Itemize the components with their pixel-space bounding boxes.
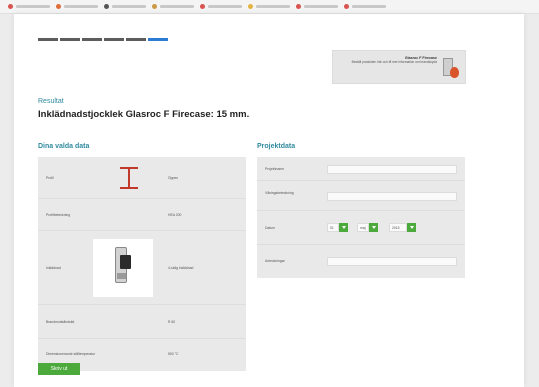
step-3[interactable] [82,38,102,41]
field-label: Projektnamn [265,167,285,171]
table-row: Profilbeteckning HEA 200 [38,199,246,231]
bookmark-1[interactable] [8,4,50,9]
product-image [441,56,459,80]
row-label: Inklädnad [46,266,61,270]
progress-steps [38,38,168,41]
chevron-down-icon[interactable] [339,223,348,232]
field-label: Våningsbeteckning [265,191,294,195]
table-row: Inklädnad 4-sidig inklädnad [38,231,246,305]
table-row: Brandmotståndstid R 60 [38,305,246,339]
promo-banner[interactable]: Glasroc F Firecase Beställ produkten här… [332,50,466,84]
bookmark-5[interactable] [200,4,242,9]
table-row: Profil Öppen [38,157,246,199]
bookmark-8[interactable] [344,4,386,9]
form-row: Våningsbeteckning [257,181,465,211]
step-4[interactable] [104,38,124,41]
bookmark-4[interactable] [152,4,194,9]
project-name-input[interactable] [327,165,457,174]
notes-input[interactable] [327,257,457,266]
result-title: Inklädnadstjocklek Glasroc F Firecase: 1… [38,109,250,120]
field-label: Datum [265,226,275,230]
field-label: Anteckningar [265,259,285,263]
bookmark-7[interactable] [296,4,338,9]
promo-body: Beställ produkten här och få mer informa… [351,60,437,64]
bookmark-6[interactable] [248,4,290,9]
row-value: 4-sidig inklädnad [168,266,194,270]
row-label: Dimensionerande ståltemperatur [46,352,96,356]
selected-data-heading: Dina valda data [38,143,90,150]
i-beam-icon [116,165,142,191]
date-picker: 01 maj 2015 [327,223,437,232]
cladding-image [93,239,153,297]
bookmark-3[interactable] [104,4,146,9]
form-row: Datum 01 maj 2015 [257,211,465,245]
result-label: Resultat [38,98,64,105]
row-label: Brandmotståndstid [46,320,75,324]
selected-data-panel: Profil Öppen Profilbeteckning HEA 200 In… [38,157,246,371]
year-select[interactable]: 2015 [389,223,416,232]
project-data-heading: Projektdata [257,143,296,150]
row-label: Profilbeteckning [46,213,71,217]
form-row: Projektnamn [257,157,465,181]
browser-bookmarks-bar [0,0,539,14]
step-2[interactable] [60,38,80,41]
chevron-down-icon[interactable] [407,223,416,232]
row-label: Profil [46,176,54,180]
bookmark-2[interactable] [56,4,98,9]
row-value: Öppen [168,176,179,180]
flame-icon [450,67,459,78]
day-select[interactable]: 01 [327,223,348,232]
project-data-panel: Projektnamn Våningsbeteckning Datum 01 m… [257,157,465,278]
bracket-illustration [111,247,135,285]
row-value: 500 °C [168,352,179,356]
step-1[interactable] [38,38,58,41]
step-5[interactable] [126,38,146,41]
floor-designation-input[interactable] [327,192,457,201]
row-value: HEA 200 [168,213,182,217]
print-button[interactable]: Skriv ut [38,363,80,375]
row-value: R 60 [168,320,176,324]
step-6-active[interactable] [148,38,168,41]
form-row: Anteckningar [257,245,465,278]
chevron-down-icon[interactable] [369,223,378,232]
month-select[interactable]: maj [357,223,378,232]
